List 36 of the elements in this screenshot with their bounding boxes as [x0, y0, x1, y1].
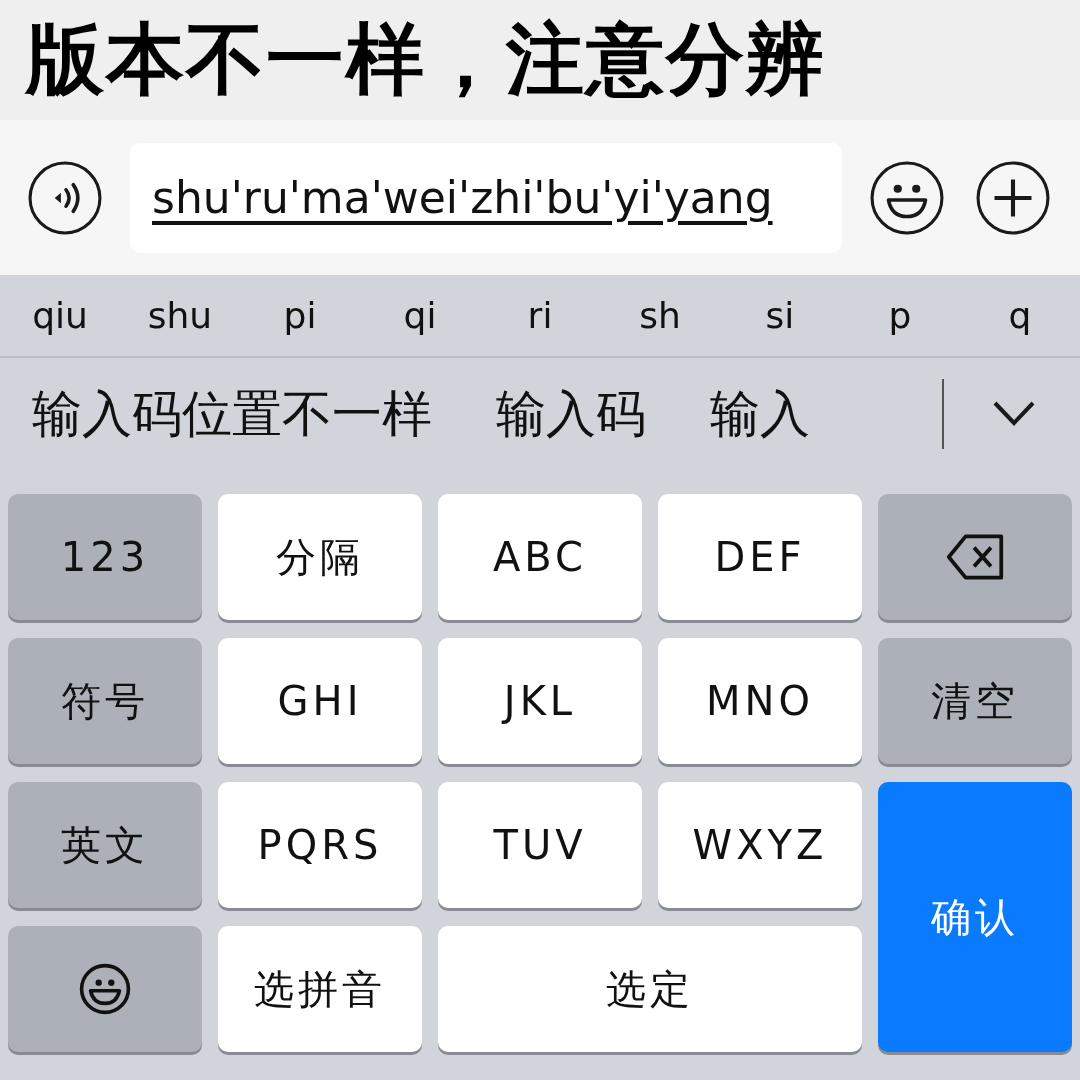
- keyboard-key[interactable]: 清空: [878, 638, 1072, 764]
- keyboard-key[interactable]: 选拼音: [218, 926, 422, 1052]
- pinyin-option[interactable]: qiu: [0, 295, 120, 336]
- keyboard-key[interactable]: 符号: [8, 638, 202, 764]
- add-icon[interactable]: [976, 160, 1050, 235]
- input-field[interactable]: shu'ru'ma'wei'zhi'bu'yi'yang: [130, 142, 842, 253]
- pinyin-option[interactable]: pi: [240, 295, 360, 336]
- pinyin-option[interactable]: ri: [480, 295, 600, 336]
- candidate-word[interactable]: 输入码: [496, 380, 646, 448]
- backspace-key[interactable]: [878, 494, 1072, 620]
- pinyin-option[interactable]: shu: [120, 295, 240, 336]
- keyboard-key[interactable]: WXYZ: [658, 782, 862, 908]
- keyboard-key[interactable]: MNO: [658, 638, 862, 764]
- keyboard-key[interactable]: PQRS: [218, 782, 422, 908]
- pinyin-option[interactable]: p: [840, 295, 960, 336]
- keyboard-key[interactable]: 123: [8, 494, 202, 620]
- keyboard-key[interactable]: ABC: [438, 494, 642, 620]
- chevron-down-icon[interactable]: [992, 400, 1036, 428]
- keyboard-key[interactable]: GHI: [218, 638, 422, 764]
- pinyin-option[interactable]: sh: [600, 295, 720, 336]
- confirm-key[interactable]: 确认: [878, 782, 1072, 1052]
- keyboard-key[interactable]: 分隔: [218, 494, 422, 620]
- keyboard-key[interactable]: TUV: [438, 782, 642, 908]
- keyboard-key[interactable]: 英文: [8, 782, 202, 908]
- voice-icon[interactable]: [28, 160, 102, 235]
- candidate-word[interactable]: 输入: [710, 380, 810, 448]
- candidate-word[interactable]: 输入码位置不一样: [32, 380, 432, 448]
- keyboard-key[interactable]: DEF: [658, 494, 862, 620]
- emoji-key[interactable]: [8, 926, 202, 1052]
- headline: 版本不一样，注意分辨: [26, 12, 826, 106]
- pinyin-option[interactable]: si: [720, 295, 840, 336]
- pinyin-option[interactable]: q: [960, 295, 1080, 336]
- keyboard-key[interactable]: JKL: [438, 638, 642, 764]
- pinyin-option[interactable]: qi: [360, 295, 480, 336]
- emoji-icon[interactable]: [870, 160, 944, 235]
- select-key[interactable]: 选定: [438, 926, 862, 1052]
